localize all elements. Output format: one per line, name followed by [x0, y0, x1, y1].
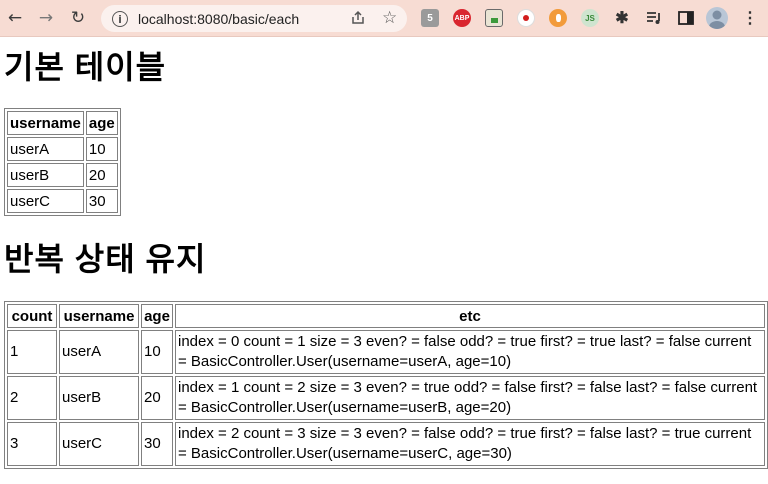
record-extension-icon[interactable] [517, 9, 535, 27]
image-extension-icon[interactable] [485, 9, 503, 27]
table-row: userB 20 [7, 163, 118, 187]
extensions-puzzle-icon[interactable]: ✱ [613, 9, 631, 27]
cell-username: userC [7, 189, 84, 213]
cell-etc: index = 2 count = 3 size = 3 even? = fal… [175, 422, 765, 466]
table-row: 2 userB 20 index = 1 count = 2 size = 3 … [7, 376, 765, 420]
header-age: age [141, 304, 173, 328]
basic-table: username age userA 10 userB 20 userC 30 [4, 108, 121, 216]
status-table: count username age etc 1 userA 10 index … [4, 301, 768, 469]
forward-arrow-icon: → [38, 8, 54, 28]
cell-etc: index = 0 count = 1 size = 3 even? = fal… [175, 330, 765, 374]
cell-username: userC [59, 422, 139, 466]
header-username: username [7, 111, 84, 135]
cell-age: 20 [85, 163, 118, 187]
js-extension-icon[interactable]: JS [581, 9, 599, 27]
table-row: userA 10 [7, 137, 118, 161]
menu-kebab-icon[interactable]: ⋮ [741, 9, 759, 27]
table-row: 3 userC 30 index = 2 count = 3 size = 3 … [7, 422, 765, 466]
header-age: age [85, 111, 118, 135]
cell-age: 30 [141, 422, 173, 466]
cell-username: userA [59, 330, 139, 374]
cell-age: 10 [141, 330, 173, 374]
cell-count: 3 [7, 422, 57, 466]
cell-age: 30 [85, 189, 118, 213]
cell-age: 10 [85, 137, 118, 161]
reload-icon: ↻ [70, 8, 86, 28]
header-username: username [59, 304, 139, 328]
profile-avatar-icon[interactable] [706, 7, 728, 29]
address-bar[interactable]: i localhost:8080/basic/each ☆ [101, 5, 407, 32]
table-row: userC 30 [7, 189, 118, 213]
share-icon[interactable] [350, 10, 366, 30]
html5-extension-icon[interactable]: 5 [421, 9, 439, 27]
url-text: localhost:8080/basic/each [138, 10, 300, 27]
header-count: count [7, 304, 57, 328]
forward-button[interactable]: → [34, 6, 58, 30]
heading-basic-table: 기본 테이블 [4, 49, 167, 85]
cell-username: userB [59, 376, 139, 420]
cell-age: 20 [141, 376, 173, 420]
browser-toolbar: ← → ↻ i localhost:8080/basic/each ☆ 5 AB… [0, 0, 768, 37]
table-row: 1 userA 10 index = 0 count = 1 size = 3 … [7, 330, 765, 374]
cell-etc: index = 1 count = 2 size = 3 even? = tru… [175, 376, 765, 420]
page-content: 기본 테이블 username age userA 10 userB 20 us… [0, 49, 768, 469]
reading-list-icon[interactable] [645, 9, 663, 27]
cell-count: 1 [7, 330, 57, 374]
adblock-extension-icon[interactable]: ABP [453, 9, 471, 27]
cell-username: userB [7, 163, 84, 187]
bookmark-star-icon[interactable]: ☆ [382, 8, 397, 28]
side-panel-icon[interactable] [677, 9, 695, 27]
back-arrow-icon: ← [7, 8, 23, 28]
table-header-row: count username age etc [7, 304, 765, 328]
reload-button[interactable]: ↻ [66, 6, 90, 30]
cell-count: 2 [7, 376, 57, 420]
site-info-icon[interactable]: i [112, 10, 128, 27]
fox-extension-icon[interactable] [549, 9, 567, 27]
heading-iteration-status: 반복 상태 유지 [4, 241, 207, 277]
cell-username: userA [7, 137, 84, 161]
back-button[interactable]: ← [3, 6, 27, 30]
header-etc: etc [175, 304, 765, 328]
table-header-row: username age [7, 111, 118, 135]
